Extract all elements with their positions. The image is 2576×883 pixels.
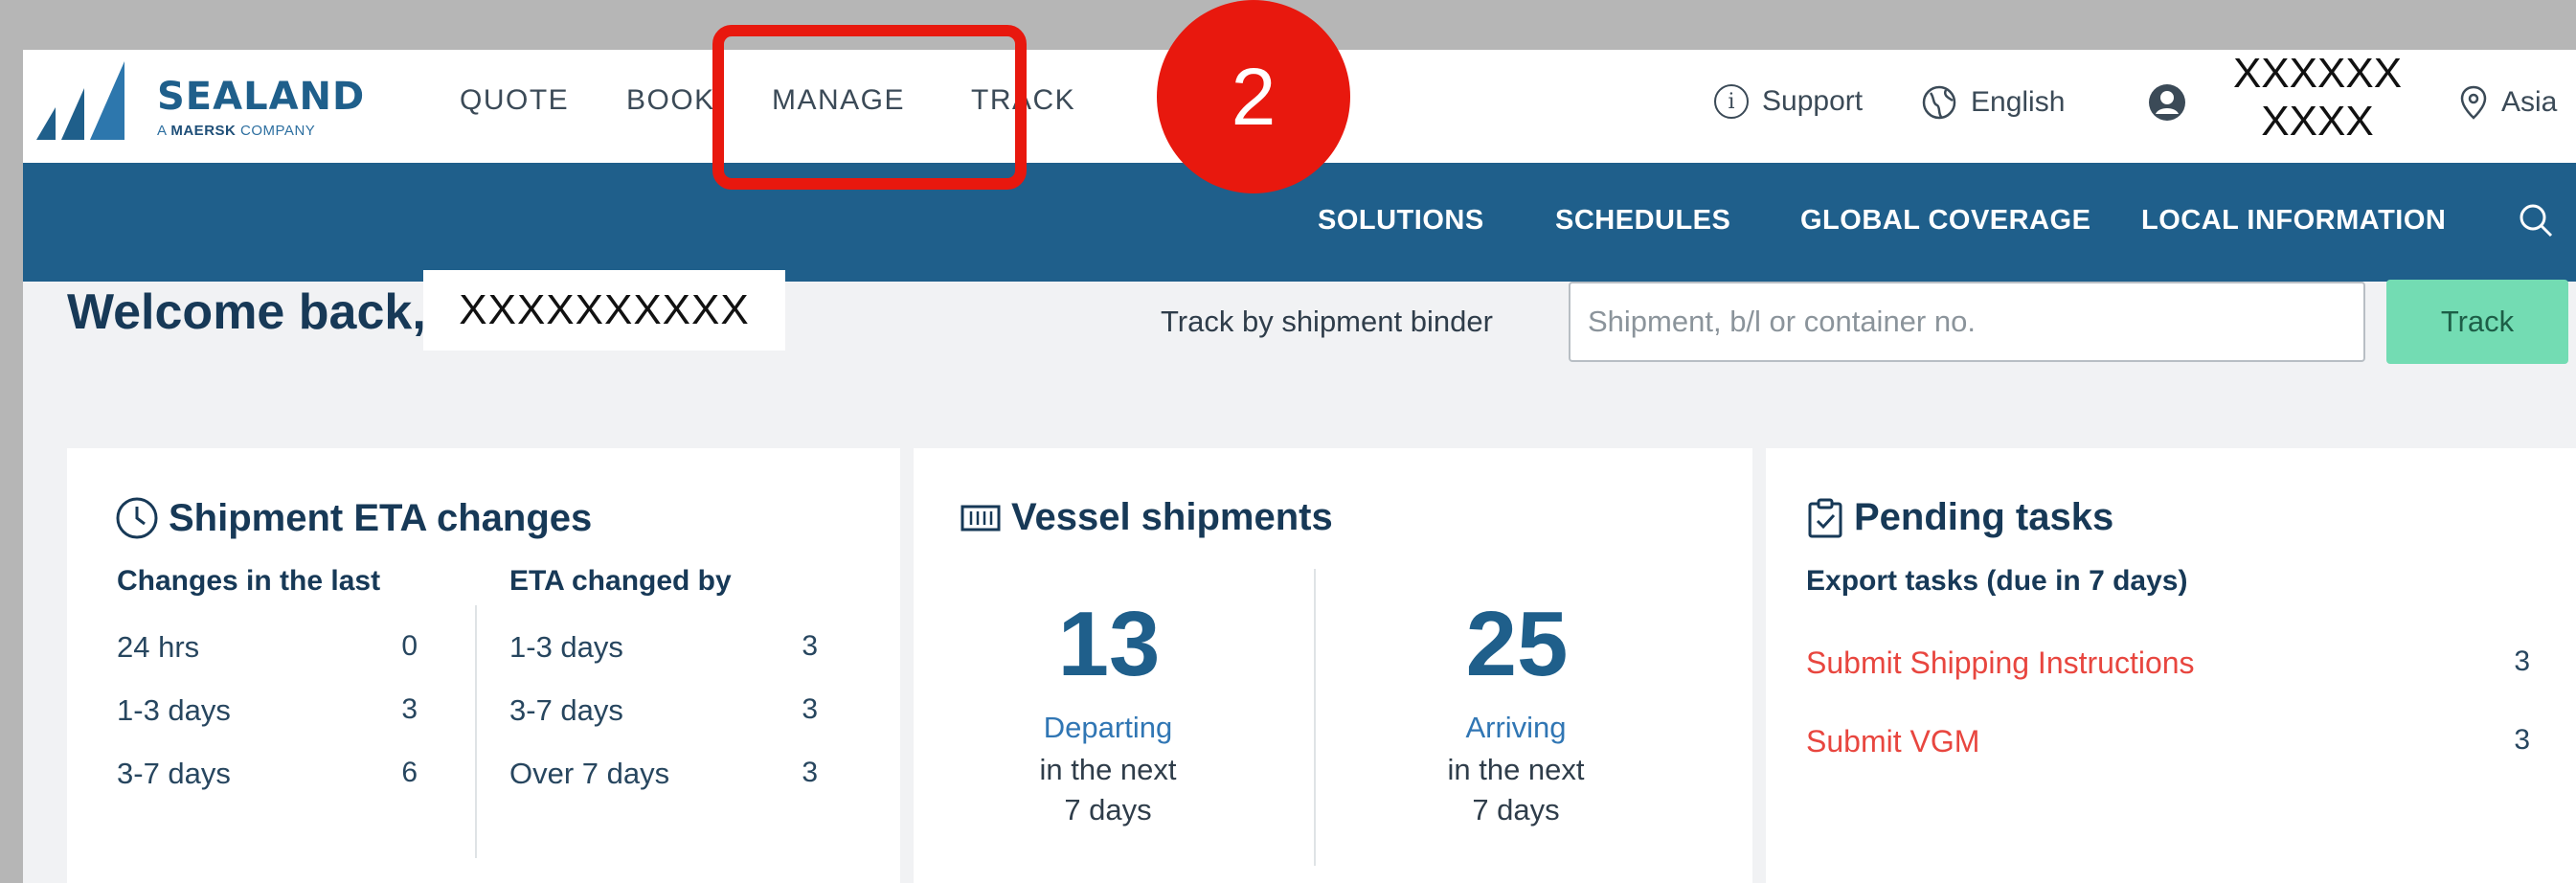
location-pin-icon xyxy=(2460,85,2487,120)
task-submit-shipping-instructions[interactable]: Submit Shipping Instructions xyxy=(1806,645,2195,681)
eta-col1-row-label[interactable]: 24 hrs xyxy=(117,630,199,665)
brand-sub-prefix: A xyxy=(157,123,167,139)
eta-col1-row-count: 3 xyxy=(401,693,418,725)
info-icon: i xyxy=(1714,84,1749,119)
language-label: English xyxy=(1971,86,2066,118)
nav-quote[interactable]: QUOTE xyxy=(460,84,569,117)
eta-col2-row-count: 3 xyxy=(802,693,818,725)
support-label: Support xyxy=(1762,85,1864,117)
container-icon xyxy=(960,505,1001,531)
eta-col2-row-label[interactable]: Over 7 days xyxy=(509,757,669,791)
subnav-schedules[interactable]: SCHEDULES xyxy=(1555,205,1730,237)
arriving-label[interactable]: Arriving xyxy=(1396,711,1636,745)
subnav-solutions[interactable]: SOLUTIONS xyxy=(1318,205,1484,237)
welcome-user-name: XXXXXXXXXX xyxy=(423,270,785,351)
subnav-global-coverage[interactable]: GLOBAL COVERAGE xyxy=(1800,205,2090,237)
manage-highlight-box xyxy=(712,25,1027,190)
brand-sub-suffix: COMPANY xyxy=(240,123,316,139)
vessel-column-divider xyxy=(1314,569,1316,866)
support-link[interactable]: i Support xyxy=(1714,84,1863,119)
tasks-subtitle: Export tasks (due in 7 days) xyxy=(1806,565,2188,597)
departing-line3: 7 days xyxy=(1064,793,1152,826)
sealand-logo[interactable]: SEALAND A MAERSK COMPANY xyxy=(33,61,377,149)
user-name-line2: XXXX xyxy=(2261,98,2374,145)
eta-col1-row-count: 0 xyxy=(401,630,418,662)
eta-col1-row-label[interactable]: 1-3 days xyxy=(117,693,231,728)
user-name-line1: XXXXXX xyxy=(2232,50,2403,97)
departing-count[interactable]: 13 xyxy=(1013,592,1205,697)
language-selector[interactable]: English xyxy=(1921,84,2065,121)
vessel-card-title: Vessel shipments xyxy=(960,496,1333,539)
clipboard-check-icon xyxy=(1808,498,1842,537)
eta-col2-row-count: 3 xyxy=(802,757,818,788)
task-count: 3 xyxy=(2514,645,2530,677)
region-selector[interactable]: Asia xyxy=(2459,84,2557,121)
user-account-icon[interactable] xyxy=(2147,82,2187,123)
eta-col1-header: Changes in the last xyxy=(117,565,381,597)
arriving-line2: in the next xyxy=(1447,753,1585,786)
tasks-card-title-text: Pending tasks xyxy=(1854,496,2114,538)
eta-card-title-text: Shipment ETA changes xyxy=(169,496,593,539)
welcome-heading: Welcome back, xyxy=(67,284,426,340)
eta-card-title: Shipment ETA changes xyxy=(115,496,592,540)
step-number-badge: 2 xyxy=(1157,0,1350,193)
eta-col2-row-label[interactable]: 3-7 days xyxy=(509,693,623,728)
search-icon[interactable] xyxy=(2517,201,2555,239)
arriving-count[interactable]: 25 xyxy=(1421,592,1613,697)
brand-name: SEALAND xyxy=(157,75,366,119)
brand-sub-maersk: MAERSK xyxy=(170,123,237,139)
globe-icon xyxy=(1922,85,1956,120)
vessel-card-title-text: Vessel shipments xyxy=(1011,496,1333,538)
eta-col2-row-label[interactable]: 1-3 days xyxy=(509,630,623,665)
eta-column-divider xyxy=(475,605,477,858)
sail-logo-icon xyxy=(36,61,124,140)
task-count: 3 xyxy=(2514,724,2530,756)
eta-col2-header: ETA changed by xyxy=(509,565,732,597)
brand-tagline: A MAERSK COMPANY xyxy=(157,123,315,139)
eta-col1-row-count: 6 xyxy=(401,757,418,788)
departing-label[interactable]: Departing xyxy=(988,711,1228,745)
eta-col2-row-count: 3 xyxy=(802,630,818,662)
task-submit-vgm[interactable]: Submit VGM xyxy=(1806,724,1979,759)
eta-col1-row-label[interactable]: 3-7 days xyxy=(117,757,231,791)
tasks-card-title: Pending tasks xyxy=(1806,496,2113,539)
clock-icon xyxy=(116,497,158,539)
track-label: Track by shipment binder xyxy=(1161,305,1493,338)
subnav-local-information[interactable]: LOCAL INFORMATION xyxy=(2141,205,2446,237)
shipment-search-input[interactable] xyxy=(1569,282,2365,362)
nav-book[interactable]: BOOK xyxy=(626,84,715,117)
track-button[interactable]: Track xyxy=(2386,280,2568,364)
user-name: XXXXXX XXXX xyxy=(2222,50,2413,146)
arriving-line3: 7 days xyxy=(1472,793,1560,826)
region-label: Asia xyxy=(2501,86,2558,118)
departing-line2: in the next xyxy=(1039,753,1177,786)
